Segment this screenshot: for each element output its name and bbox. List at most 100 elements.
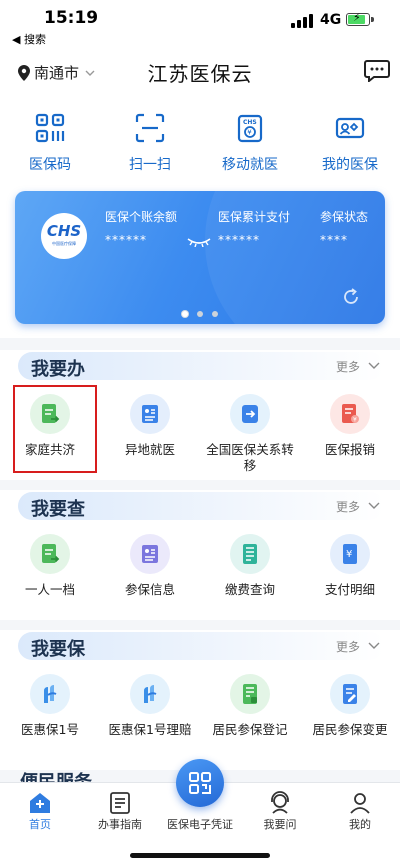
section-insure: 我要保 更多 医惠保1号 医惠保1号理赔 居民参保登记 居民参保变更 (0, 630, 400, 770)
resident-register-icon (230, 674, 270, 714)
section-title: 我要查 (31, 499, 85, 520)
nav-label: 办事指南 (98, 818, 142, 831)
service-label: 缴费查询 (224, 582, 275, 597)
section-query: 我要查 更多 一人一档 参保信息 缴费查询 ¥ 支付明细 (0, 490, 400, 620)
support-icon (271, 791, 289, 814)
quick-action-scan[interactable]: 扫一扫 (100, 98, 200, 188)
svg-text:CHS: CHS (243, 119, 257, 126)
insurance-info-icon (130, 534, 170, 574)
quick-action-mobile-medical[interactable]: CHS ¥ 移动就医 (200, 98, 300, 188)
service-yihuibao[interactable]: 医惠保1号 (0, 664, 100, 764)
qr-code-icon (35, 113, 65, 143)
section-handle: 我要办 更多 家庭共济 异地就医 全国医保关系转移 ¥ 医保报销 (0, 350, 400, 480)
home-icon (30, 793, 50, 813)
mobile-medical-icon: CHS ¥ (237, 114, 263, 143)
carousel-dot[interactable] (197, 311, 203, 317)
eye-closed-icon[interactable] (187, 237, 211, 247)
svg-text:¥: ¥ (353, 417, 357, 424)
service-insurance-info[interactable]: 参保信息 (100, 524, 200, 624)
e-voucher-icon (189, 772, 211, 794)
app-title: 江苏医保云 (147, 62, 253, 86)
reimbursement-icon: ¥ (330, 394, 370, 434)
quick-actions: 医保码 扫一扫 CHS ¥ 移动就医 我的医保 (0, 98, 400, 188)
nav-label: 我要问 (263, 818, 297, 831)
status-time: 15:19 (44, 8, 99, 28)
insurance-card-icon (335, 117, 365, 139)
profile-icon (350, 793, 370, 814)
transfer-icon (230, 394, 270, 434)
carousel-dot[interactable] (212, 311, 218, 317)
more-link[interactable]: 更多 (336, 498, 360, 515)
quick-action-my-insurance[interactable]: 我的医保 (300, 98, 400, 188)
quick-action-label: 移动就医 (222, 157, 278, 173)
quick-action-label: 扫一扫 (129, 157, 171, 173)
carousel-dot[interactable] (182, 311, 188, 317)
insurance-status: 参保状态 **** (320, 208, 368, 247)
account-balance-label: 医保个账余额 (105, 210, 178, 224)
more-link[interactable]: 更多 (336, 358, 360, 375)
service-label: 医保报销 (324, 442, 375, 457)
more-link[interactable]: 更多 (336, 638, 360, 655)
section-header: 我要办 更多 (18, 352, 384, 380)
svg-text:¥: ¥ (247, 129, 252, 137)
service-yihuibao-claim[interactable]: 医惠保1号理赔 (100, 664, 200, 764)
service-label: 异地就医 (124, 442, 175, 457)
cumulative-payment: 医保累计支付 ****** (218, 208, 290, 247)
section-title: 我要办 (31, 359, 85, 380)
chs-logo-subtext: 中国医疗保障 (52, 241, 76, 246)
service-remote-medical[interactable]: 异地就医 (100, 384, 200, 484)
insurance-status-label: 参保状态 (320, 210, 369, 224)
personal-file-icon (30, 534, 70, 574)
service-resident-register[interactable]: 居民参保登记 (200, 664, 300, 764)
card-carousel: CHS 中国医疗保障 医保个账余额 ****** 医保累计支付 ****** 参… (0, 188, 400, 338)
insurance-summary-card[interactable]: CHS 中国医疗保障 医保个账余额 ****** 医保累计支付 ****** 参… (15, 191, 385, 324)
battery-icon: ⚡ (346, 11, 374, 26)
service-label: 全国医保关系转移 (206, 442, 294, 473)
svg-text:¥: ¥ (346, 549, 352, 560)
nav-label: 医保电子凭证 (167, 818, 233, 831)
insurance-status-value: **** (320, 233, 348, 247)
nav-label: 我的 (349, 818, 371, 831)
guide-icon (110, 792, 130, 814)
service-reimbursement[interactable]: ¥ 医保报销 (300, 384, 400, 484)
back-to-search-link[interactable]: ◀ 搜索 (12, 31, 46, 47)
quick-action-insurance-code[interactable]: 医保码 (0, 98, 100, 188)
service-label: 居民参保变更 (312, 722, 388, 737)
refresh-icon[interactable] (341, 287, 361, 307)
payment-detail-icon: ¥ (330, 534, 370, 574)
account-balance-value: ****** (105, 233, 147, 247)
cumulative-payment-label: 医保累计支付 (218, 210, 291, 224)
service-label: 居民参保登记 (212, 722, 288, 737)
chevron-down-icon[interactable] (368, 362, 380, 370)
quick-action-label: 我的医保 (322, 157, 378, 173)
cumulative-payment-value: ****** (218, 233, 260, 247)
service-payment-query[interactable]: 缴费查询 (200, 524, 300, 624)
service-grid: 家庭共济 异地就医 全国医保关系转移 ¥ 医保报销 (0, 384, 400, 484)
e-voucher-button[interactable] (176, 759, 224, 807)
chevron-down-icon[interactable] (368, 642, 380, 650)
service-national-transfer[interactable]: 全国医保关系转移 (200, 384, 300, 484)
service-family-mutual-aid[interactable]: 家庭共济 (0, 384, 100, 484)
scan-icon (135, 113, 165, 143)
service-resident-change[interactable]: 居民参保变更 (300, 664, 400, 764)
chs-logo-text: CHS (46, 222, 82, 240)
service-grid: 医惠保1号 医惠保1号理赔 居民参保登记 居民参保变更 (0, 664, 400, 764)
service-label: 一人一档 (24, 582, 75, 597)
payment-query-icon (230, 534, 270, 574)
service-label: 医惠保1号 (21, 722, 79, 737)
account-balance: 医保个账余额 ****** (105, 208, 177, 247)
service-grid: 一人一档 参保信息 缴费查询 ¥ 支付明细 (0, 524, 400, 624)
status-bar: 15:19 ◀ 搜索 4G ⚡ (0, 0, 400, 46)
carousel-indicator (0, 311, 400, 317)
quick-action-label: 医保码 (29, 157, 71, 173)
service-label: 支付明细 (324, 582, 375, 597)
resident-change-icon (330, 674, 370, 714)
service-personal-file[interactable]: 一人一档 (0, 524, 100, 624)
message-icon[interactable] (364, 60, 390, 82)
section-header: 我要查 更多 (18, 492, 384, 520)
chevron-down-icon[interactable] (368, 502, 380, 510)
service-payment-detail[interactable]: ¥ 支付明细 (300, 524, 400, 624)
family-mutual-aid-icon (30, 394, 70, 434)
nav-label: 首页 (29, 818, 51, 831)
yihuibao-claim-icon (130, 674, 170, 714)
